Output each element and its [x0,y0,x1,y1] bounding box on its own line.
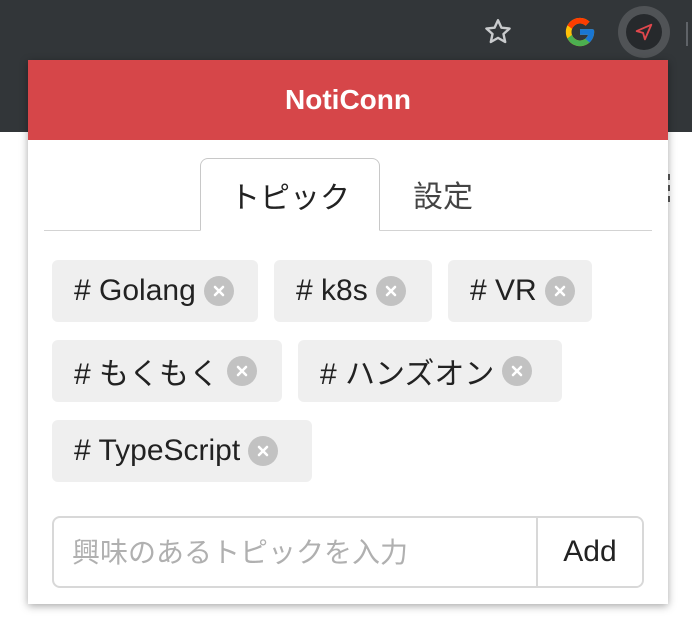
tab-topics[interactable]: トピック [200,158,380,231]
close-icon [554,285,566,297]
toolbar-divider [686,22,688,46]
extension-popup: NotiConn トピック 設定 # Golang # k8s # VR # も… [28,60,668,604]
topic-chip: # VR [448,260,592,322]
topic-chip: # TypeScript [52,420,312,482]
topic-label: # TypeScript [74,434,241,467]
google-icon [565,17,595,47]
remove-topic-button[interactable] [248,436,279,466]
topic-chip: # k8s [274,260,432,322]
close-icon [385,285,397,297]
close-icon [257,445,269,457]
close-icon [236,365,248,377]
topic-label: # VR [470,274,537,307]
remove-topic-button[interactable] [544,276,575,306]
extension-icon-background [626,14,662,50]
topic-label: # Golang [74,274,196,307]
close-icon [512,365,523,377]
app-title: NotiConn [285,84,411,115]
google-extension-button[interactable] [560,12,600,52]
add-topic-form: Add [52,516,644,588]
tab-settings[interactable]: 設定 [388,158,498,230]
topic-label: # もくもく [74,358,220,391]
remove-topic-button[interactable] [375,276,406,306]
topic-label: # ハンズオン [320,358,495,391]
topic-label: # k8s [296,274,368,307]
remove-topic-button[interactable] [227,356,258,386]
tab-bar: トピック 設定 [44,158,652,231]
add-topic-button[interactable]: Add [536,518,642,586]
star-icon [485,19,511,44]
bookmark-star-button[interactable] [478,12,518,52]
topic-input[interactable] [54,518,536,586]
topic-chip: # Golang [52,260,258,322]
noticonn-extension-button[interactable] [618,6,670,58]
remove-topic-button[interactable] [502,356,533,386]
close-icon [213,285,225,297]
topic-chip: # ハンズオン [298,340,562,402]
popup-header: NotiConn [28,60,668,140]
extension-navigation-icon [635,23,653,41]
topic-chip: # もくもく [52,340,282,402]
remove-topic-button[interactable] [203,276,234,306]
